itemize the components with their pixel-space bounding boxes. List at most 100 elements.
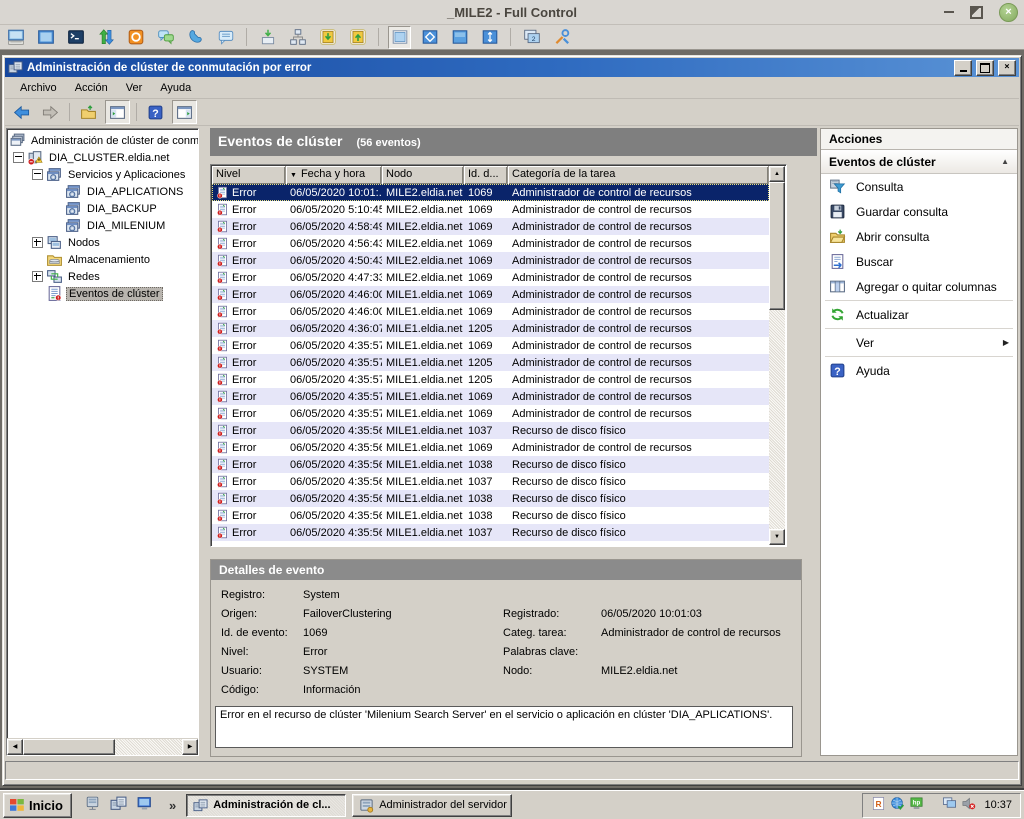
event-row[interactable]: Error06/05/2020 10:01:...MILE2.eldia.net… <box>212 184 769 201</box>
event-row[interactable]: Error06/05/2020 4:36:07MILE1.eldia.net12… <box>212 320 769 337</box>
quick-launch-cluster-manager[interactable] <box>110 795 127 815</box>
column-header-nodo[interactable]: Nodo <box>382 166 464 184</box>
collapse-toggle[interactable] <box>13 152 24 163</box>
event-row[interactable]: Error06/05/2020 4:46:00MILE1.eldia.net10… <box>212 286 769 303</box>
tree-item-dia-cluster-eldia-net[interactable]: DIA_CLUSTER.eldia.net <box>7 149 198 166</box>
event-row[interactable]: Error06/05/2020 4:35:56MILE1.eldia.net10… <box>212 439 769 456</box>
tray-volume-muted[interactable] <box>961 796 976 814</box>
quick-launch-show-desktop[interactable] <box>136 795 153 815</box>
tree-item-dia-backup[interactable]: DIA_BACKUP <box>7 200 198 217</box>
action-abrir-consulta[interactable]: Abrir consulta <box>821 224 1017 249</box>
help-button[interactable]: ? <box>143 100 168 124</box>
tray-hp-monitor[interactable]: hp <box>909 796 924 814</box>
tray-network-globe[interactable] <box>890 796 905 814</box>
event-row[interactable]: Error06/05/2020 4:58:49MILE2.eldia.net10… <box>212 218 769 235</box>
tree-horizontal-scrollbar[interactable]: ◀ ▶ <box>7 738 198 755</box>
tree-item-almacenamiento[interactable]: Almacenamiento <box>7 251 198 268</box>
menu-ayuda[interactable]: Ayuda <box>151 80 200 96</box>
tree-item-dia-aplications[interactable]: DIA_APLICATIONS <box>7 183 198 200</box>
event-row[interactable]: Error06/05/2020 4:50:43MILE2.eldia.net10… <box>212 252 769 269</box>
taskbar-button-administraci-n-de-cl-[interactable]: Administración de cl... <box>186 794 346 817</box>
app-minimize-button[interactable] <box>954 60 972 76</box>
scroll-left-button[interactable]: ◀ <box>7 739 23 755</box>
upload-box-button[interactable] <box>346 26 369 49</box>
view-window-button[interactable] <box>388 26 411 49</box>
view-scale-button[interactable] <box>478 26 501 49</box>
tree-item-eventos-de-cl-ster[interactable]: Eventos de clúster <box>7 285 198 302</box>
message-bubble-button[interactable] <box>214 26 237 49</box>
command-prompt-button[interactable] <box>64 26 87 49</box>
events-vertical-scrollbar[interactable]: ▲ ▼ <box>769 166 785 545</box>
tools-button[interactable] <box>550 26 573 49</box>
tree-item-redes[interactable]: Redes <box>7 268 198 285</box>
event-row[interactable]: Error06/05/2020 4:35:56MILE1.eldia.net10… <box>212 490 769 507</box>
tree-item-servicios-y-aplicaciones[interactable]: Servicios y Aplicaciones <box>7 166 198 183</box>
column-header-nivel[interactable]: Nivel <box>212 166 286 184</box>
chat-bubbles-button[interactable] <box>154 26 177 49</box>
view-solid-button[interactable] <box>448 26 471 49</box>
app-close-button[interactable]: × <box>998 60 1016 76</box>
event-row[interactable]: Error06/05/2020 4:35:56MILE1.eldia.net10… <box>212 524 769 541</box>
column-header-fecha-y-hora[interactable]: ▼Fecha y hora <box>286 166 382 184</box>
event-row[interactable]: Error06/05/2020 4:56:43MILE2.eldia.net10… <box>212 235 769 252</box>
download-box-button[interactable] <box>316 26 339 49</box>
event-row[interactable]: Error06/05/2020 4:35:57MILE1.eldia.net10… <box>212 405 769 422</box>
tree-item-administraci-n-de-cl-ster-de-conmu[interactable]: Administración de clúster de conmu <box>7 132 198 149</box>
event-row[interactable]: Error06/05/2020 4:35:56MILE1.eldia.net10… <box>212 456 769 473</box>
event-row[interactable]: Error06/05/2020 4:35:57MILE1.eldia.net12… <box>212 371 769 388</box>
tree-item-dia-milenium[interactable]: DIA_MILENIUM <box>7 217 198 234</box>
menu-ver[interactable]: Ver <box>117 80 152 96</box>
start-button[interactable]: Inicio <box>3 793 72 818</box>
event-row[interactable]: Error06/05/2020 5:10:45MILE2.eldia.net10… <box>212 201 769 218</box>
remote-screen-button[interactable] <box>34 26 57 49</box>
tray-dual-monitor[interactable] <box>942 796 957 814</box>
event-row[interactable]: Error06/05/2020 4:46:00MILE1.eldia.net10… <box>212 303 769 320</box>
phone-button[interactable] <box>184 26 207 49</box>
scrollbar-thumb[interactable] <box>23 739 115 755</box>
event-row[interactable]: Error06/05/2020 4:35:56MILE1.eldia.net10… <box>212 422 769 439</box>
quick-launch-overflow-chevron[interactable]: » <box>165 798 180 813</box>
host-close-button[interactable]: × <box>999 3 1018 22</box>
menu-archivo[interactable]: Archivo <box>11 80 66 96</box>
action-pane-button[interactable] <box>172 100 197 124</box>
event-row[interactable]: Error06/05/2020 4:35:56MILE1.eldia.net10… <box>212 473 769 490</box>
event-row[interactable]: Error06/05/2020 4:35:57MILE1.eldia.net10… <box>212 337 769 354</box>
expand-toggle[interactable] <box>32 237 43 248</box>
dual-window-button[interactable]: 2 <box>520 26 543 49</box>
column-header-id-d-[interactable]: Id. d... <box>464 166 508 184</box>
action-guardar-consulta[interactable]: Guardar consulta <box>821 199 1017 224</box>
event-row[interactable]: Error06/05/2020 4:35:57MILE1.eldia.net12… <box>212 354 769 371</box>
tray-upload-button[interactable] <box>256 26 279 49</box>
console-tree-button[interactable] <box>105 100 130 124</box>
collapse-toggle[interactable] <box>32 169 43 180</box>
action-ayuda[interactable]: ?Ayuda <box>821 358 1017 383</box>
event-row[interactable]: Error06/05/2020 4:47:33MILE2.eldia.net10… <box>212 269 769 286</box>
scroll-right-button[interactable]: ▶ <box>182 739 198 755</box>
quick-launch-remote-server[interactable] <box>84 795 101 815</box>
taskbar-button-administrador-del-servidor[interactable]: Administrador del servidor <box>352 794 512 817</box>
scrollbar-track[interactable] <box>23 739 182 755</box>
event-row[interactable]: Error06/05/2020 4:35:56MILE1.eldia.net10… <box>212 507 769 524</box>
column-header-categor-a-de-la-tarea[interactable]: Categoría de la tarea <box>508 166 769 184</box>
event-row[interactable]: Error06/05/2020 4:35:57MILE1.eldia.net10… <box>212 388 769 405</box>
action-consulta[interactable]: Consulta <box>821 174 1017 199</box>
menu-accin[interactable]: Acción <box>66 80 117 96</box>
back-button[interactable] <box>9 100 34 124</box>
collapse-caret-icon[interactable]: ▲ <box>1001 157 1009 166</box>
actions-section-header[interactable]: Eventos de clúster ▲ <box>821 150 1017 174</box>
app-titlebar[interactable]: Administración de clúster de conmutación… <box>5 58 1019 77</box>
scroll-down-button[interactable]: ▼ <box>769 529 785 545</box>
transfer-arrows-button[interactable] <box>94 26 117 49</box>
scrollbar-track[interactable] <box>769 182 785 529</box>
expand-toggle[interactable] <box>32 271 43 282</box>
panel-splitter[interactable] <box>202 128 207 756</box>
action-agregar-o-quitar-columnas[interactable]: Agregar o quitar columnas <box>821 274 1017 299</box>
action-ver[interactable]: Ver▶ <box>821 330 1017 355</box>
power-options-button[interactable] <box>124 26 147 49</box>
app-maximize-button[interactable] <box>976 60 994 76</box>
action-buscar[interactable]: Buscar <box>821 249 1017 274</box>
host-minimize-button[interactable] <box>944 11 954 13</box>
screen-keyboard-button[interactable] <box>4 26 27 49</box>
forward-button[interactable] <box>38 100 63 124</box>
action-actualizar[interactable]: Actualizar <box>821 302 1017 327</box>
